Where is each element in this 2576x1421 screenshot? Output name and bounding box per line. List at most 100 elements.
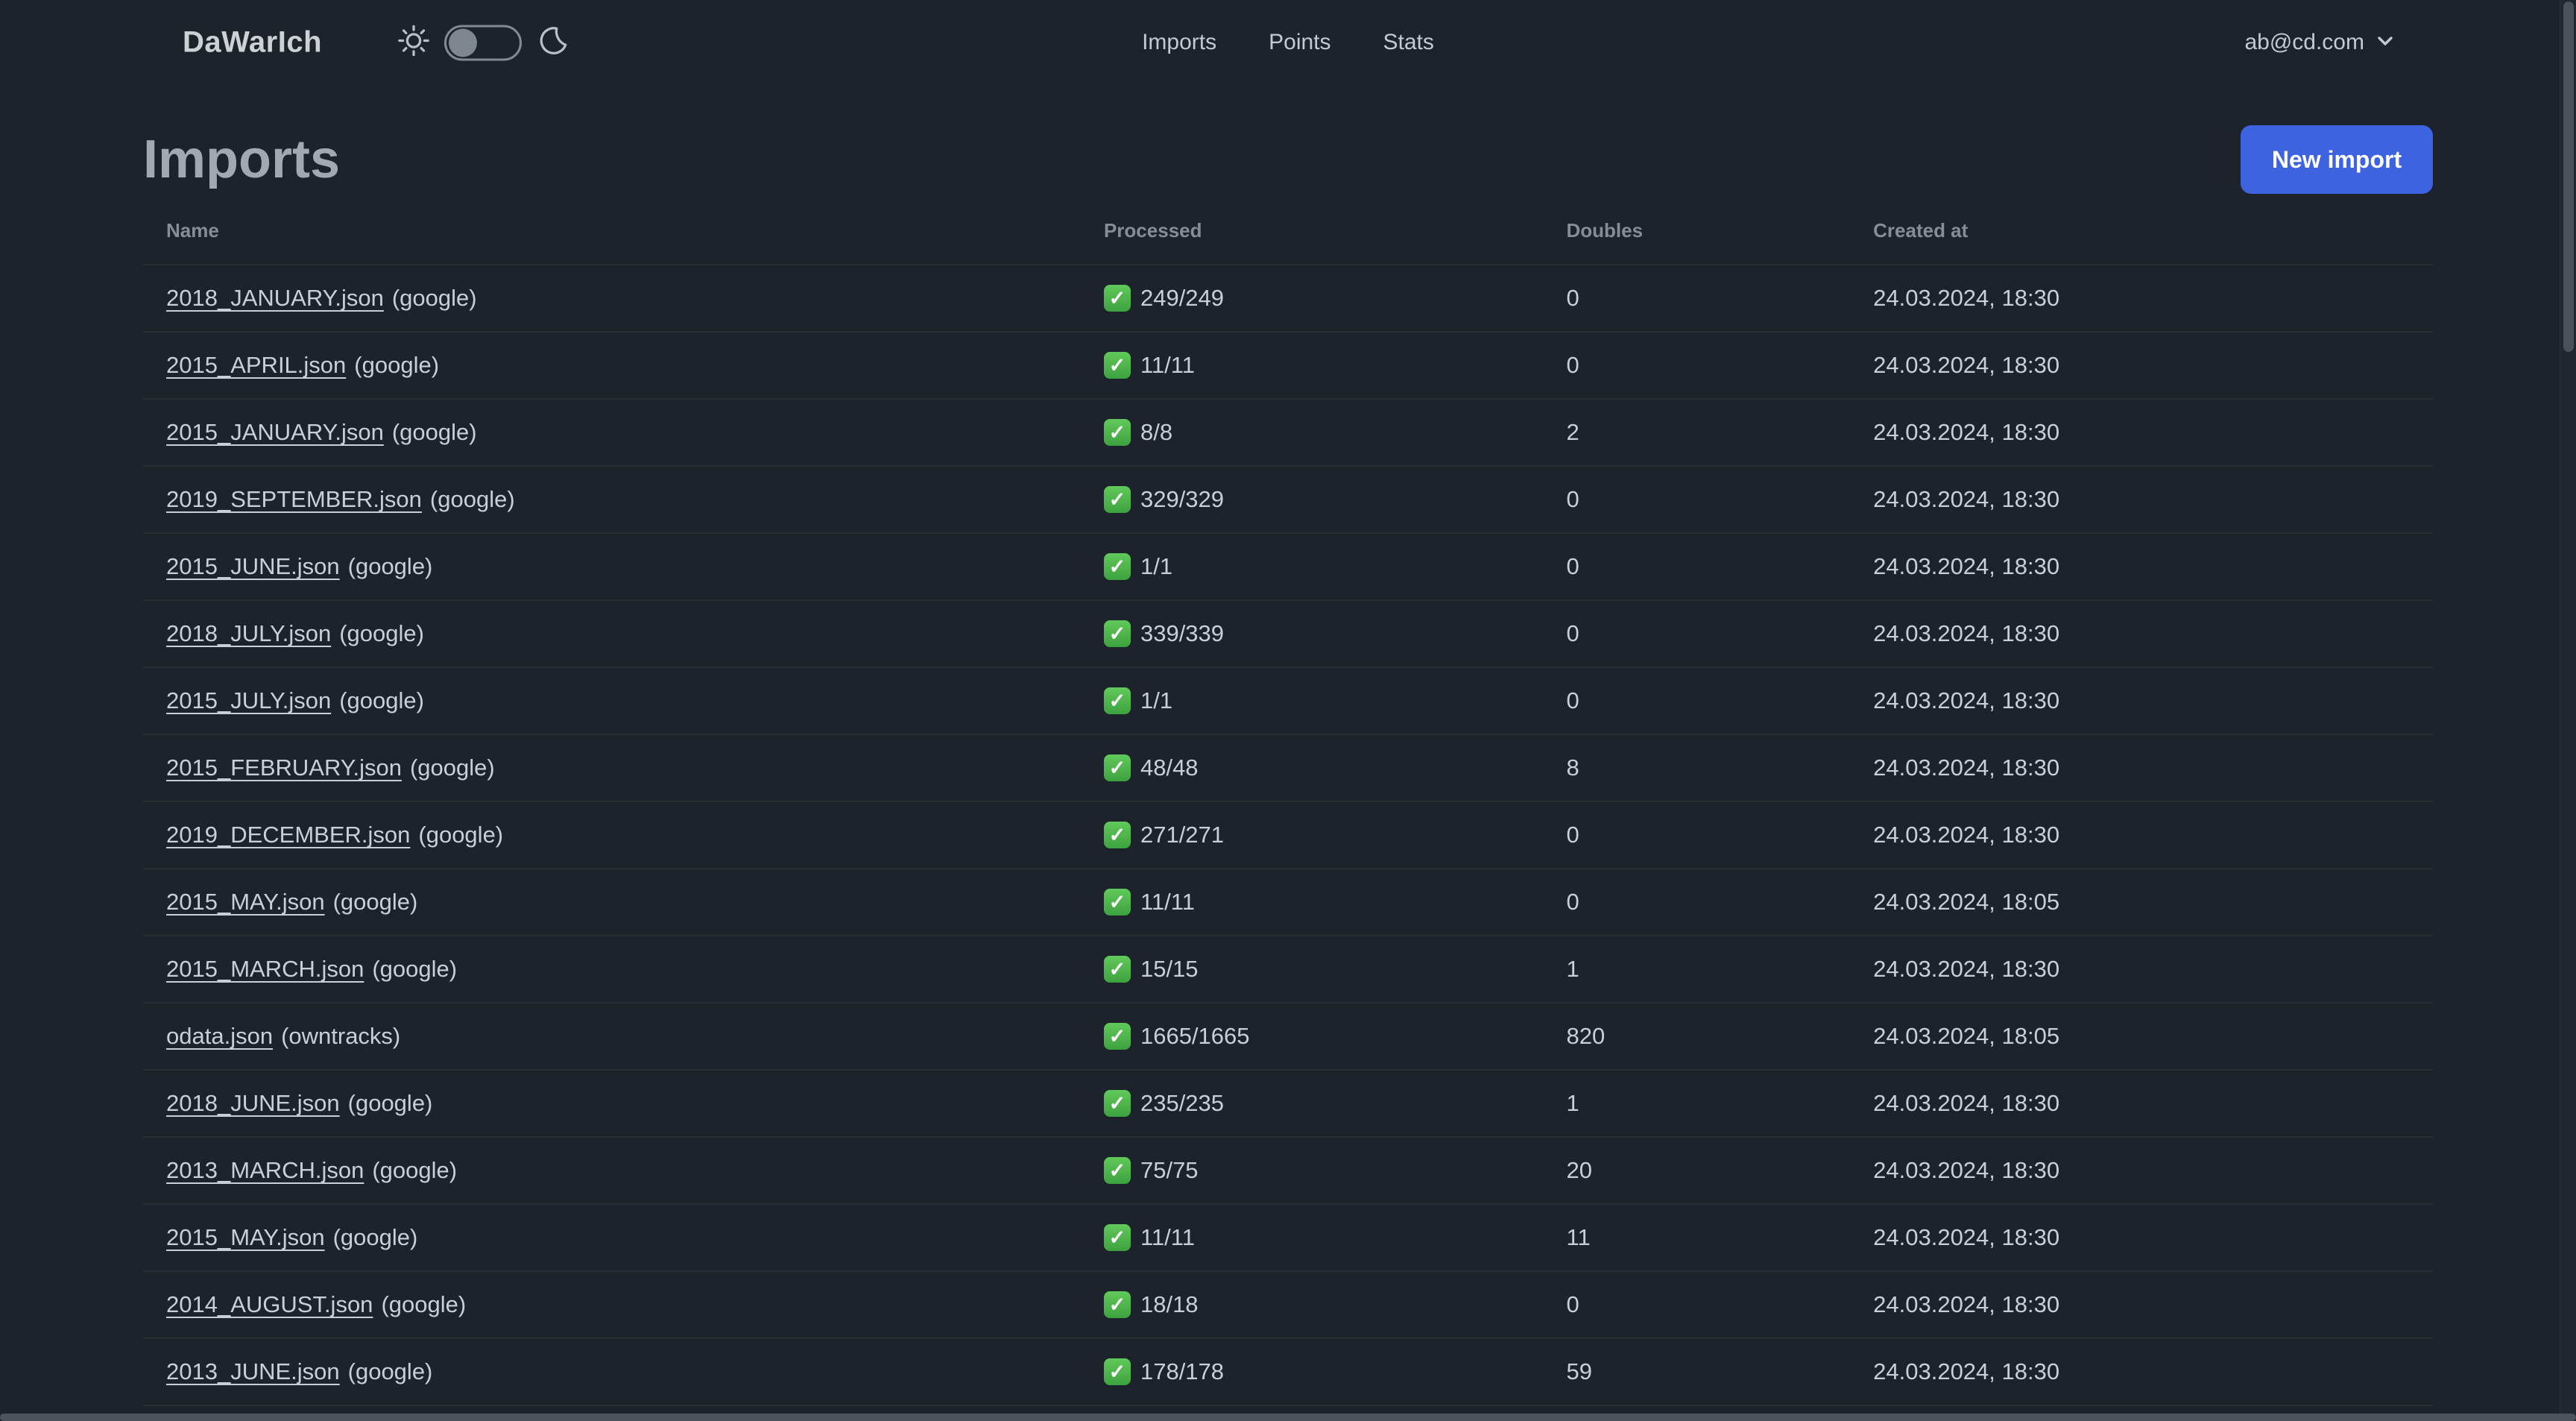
green-check-icon: ✓ bbox=[1103, 889, 1131, 916]
table-row: 2015_MARCH.json (google) ✓ 15/15 1 24.03.… bbox=[143, 935, 2433, 1002]
import-source-label: (google) bbox=[372, 956, 458, 982]
import-file-link[interactable]: 2015_MAY.json bbox=[166, 1224, 325, 1250]
import-source-label: (google) bbox=[332, 1224, 418, 1250]
processed-count: 235/235 bbox=[1140, 1090, 1225, 1116]
imports-table: Name Processed Doubles Created at 2018_J… bbox=[143, 197, 2433, 1421]
green-check-icon: ✓ bbox=[1103, 1224, 1131, 1251]
created-at-value: 24.03.2024, 18:30 bbox=[1873, 1090, 2060, 1116]
import-file-link[interactable]: 2018_JUNE.json bbox=[166, 1090, 340, 1116]
created-at-value: 24.03.2024, 18:30 bbox=[1873, 486, 2060, 512]
created-at-value: 24.03.2024, 18:30 bbox=[1873, 620, 2060, 646]
horizontal-scrollbar[interactable] bbox=[0, 1414, 2576, 1421]
import-file-link[interactable]: 2019_SEPTEMBER.json bbox=[166, 486, 422, 512]
import-source-label: (google) bbox=[372, 1157, 458, 1183]
processed-count: 249/249 bbox=[1140, 285, 1225, 311]
processed-count: 1/1 bbox=[1140, 687, 1173, 713]
processed-count: 271/271 bbox=[1140, 822, 1225, 848]
green-check-icon: ✓ bbox=[1103, 822, 1131, 848]
import-source-label: (google) bbox=[354, 352, 440, 378]
import-file-link[interactable]: 2015_JULY.json bbox=[166, 687, 331, 713]
green-check-icon: ✓ bbox=[1103, 687, 1131, 714]
table-body: 2018_JANUARY.json (google) ✓ 249/249 0 24… bbox=[143, 264, 2433, 1421]
doubles-count: 0 bbox=[1566, 889, 1579, 915]
import-file-link[interactable]: 2015_JUNE.json bbox=[166, 553, 340, 579]
app-logo: DaWarIch bbox=[183, 25, 323, 59]
import-file-link[interactable]: 2018_JANUARY.json bbox=[166, 285, 384, 311]
chevron-down-icon bbox=[2375, 31, 2396, 55]
import-file-link[interactable]: 2014_AUGUST.json bbox=[166, 1291, 373, 1317]
doubles-count: 59 bbox=[1566, 1358, 1592, 1384]
import-file-link[interactable]: 2015_MARCH.json bbox=[166, 956, 364, 982]
doubles-count: 0 bbox=[1566, 687, 1579, 713]
created-at-value: 24.03.2024, 18:30 bbox=[1873, 419, 2060, 445]
account-menu[interactable]: ab@cd.com bbox=[2244, 30, 2396, 55]
import-source-label: (google) bbox=[347, 553, 433, 579]
table-row: 2015_APRIL.json (google) ✓ 11/11 0 24.03.… bbox=[143, 331, 2433, 398]
table-row: 2015_JULY.json (google) ✓ 1/1 0 24.03.202… bbox=[143, 667, 2433, 734]
green-check-icon: ✓ bbox=[1103, 1291, 1131, 1318]
processed-count: 18/18 bbox=[1140, 1291, 1199, 1317]
processed-count: 178/178 bbox=[1140, 1358, 1225, 1384]
theme-toggle[interactable] bbox=[444, 25, 522, 60]
table-header-row: Name Processed Doubles Created at bbox=[143, 197, 2433, 264]
processed-count: 329/329 bbox=[1140, 486, 1225, 512]
table-row: 2013_JUNE.json (google) ✓ 178/178 59 24.0… bbox=[143, 1337, 2433, 1405]
processed-count: 11/11 bbox=[1140, 352, 1195, 378]
doubles-count: 0 bbox=[1566, 620, 1579, 646]
green-check-icon: ✓ bbox=[1103, 1023, 1131, 1050]
green-check-icon: ✓ bbox=[1103, 419, 1131, 446]
doubles-count: 0 bbox=[1566, 553, 1579, 579]
import-file-link[interactable]: 2015_JANUARY.json bbox=[166, 419, 384, 445]
created-at-value: 24.03.2024, 18:30 bbox=[1873, 822, 2060, 848]
import-file-link[interactable]: 2018_JULY.json bbox=[166, 620, 331, 646]
sun-icon bbox=[397, 24, 431, 62]
import-source-label: (google) bbox=[339, 687, 424, 713]
theme-toggle-knob bbox=[449, 28, 477, 57]
new-import-button[interactable]: New import bbox=[2241, 125, 2433, 194]
doubles-count: 0 bbox=[1566, 285, 1579, 311]
import-file-link[interactable]: 2013_JUNE.json bbox=[166, 1358, 340, 1384]
import-file-link[interactable]: odata.json bbox=[166, 1023, 273, 1049]
green-check-icon: ✓ bbox=[1103, 754, 1131, 781]
nav-link-points[interactable]: Points bbox=[1269, 30, 1330, 55]
table-row: 2018_JANUARY.json (google) ✓ 249/249 0 24… bbox=[143, 264, 2433, 331]
import-source-label: (owntracks) bbox=[281, 1023, 401, 1049]
processed-count: 339/339 bbox=[1140, 620, 1225, 646]
doubles-count: 0 bbox=[1566, 822, 1579, 848]
import-source-label: (google) bbox=[429, 486, 515, 512]
main-nav: Imports Points Stats bbox=[1142, 30, 1434, 55]
green-check-icon: ✓ bbox=[1103, 285, 1131, 312]
green-check-icon: ✓ bbox=[1103, 352, 1131, 379]
page-title: Imports bbox=[143, 130, 341, 189]
table-row: 2019_DECEMBER.json (google) ✓ 271/271 0 2… bbox=[143, 801, 2433, 868]
created-at-value: 24.03.2024, 18:30 bbox=[1873, 1291, 2060, 1317]
doubles-count: 2 bbox=[1566, 419, 1579, 445]
import-source-label: (google) bbox=[347, 1090, 433, 1116]
import-source-label: (google) bbox=[339, 620, 424, 646]
import-file-link[interactable]: 2015_MAY.json bbox=[166, 889, 325, 915]
vertical-scrollbar[interactable] bbox=[2563, 1, 2574, 352]
created-at-value: 24.03.2024, 18:30 bbox=[1873, 352, 2060, 378]
account-email: ab@cd.com bbox=[2244, 30, 2364, 54]
nav-link-stats[interactable]: Stats bbox=[1383, 30, 1434, 55]
import-file-link[interactable]: 2015_APRIL.json bbox=[166, 352, 346, 378]
processed-count: 8/8 bbox=[1140, 419, 1173, 445]
table-row: 2015_JANUARY.json (google) ✓ 8/8 2 24.03.… bbox=[143, 398, 2433, 465]
processed-count: 15/15 bbox=[1140, 956, 1199, 982]
import-file-link[interactable]: 2013_MARCH.json bbox=[166, 1157, 364, 1183]
table-row: 2018_JULY.json (google) ✓ 339/339 0 24.03… bbox=[143, 599, 2433, 667]
created-at-value: 24.03.2024, 18:30 bbox=[1873, 1358, 2060, 1384]
import-file-link[interactable]: 2019_DECEMBER.json bbox=[166, 822, 410, 848]
processed-count: 1/1 bbox=[1140, 553, 1173, 579]
navbar: DaWarIch Imports Points Stats ab@cd.com bbox=[0, 0, 2576, 85]
created-at-value: 24.03.2024, 18:30 bbox=[1873, 285, 2060, 311]
doubles-count: 1 bbox=[1566, 956, 1579, 982]
import-file-link[interactable]: 2015_FEBRUARY.json bbox=[166, 754, 402, 781]
column-header-name: Name bbox=[166, 218, 219, 242]
table-row: 2019_SEPTEMBER.json (google) ✓ 329/329 0 … bbox=[143, 465, 2433, 532]
nav-link-imports[interactable]: Imports bbox=[1142, 30, 1216, 55]
green-check-icon: ✓ bbox=[1103, 553, 1131, 580]
created-at-value: 24.03.2024, 18:30 bbox=[1873, 1157, 2060, 1183]
doubles-count: 11 bbox=[1566, 1224, 1591, 1250]
doubles-count: 0 bbox=[1566, 1291, 1579, 1317]
